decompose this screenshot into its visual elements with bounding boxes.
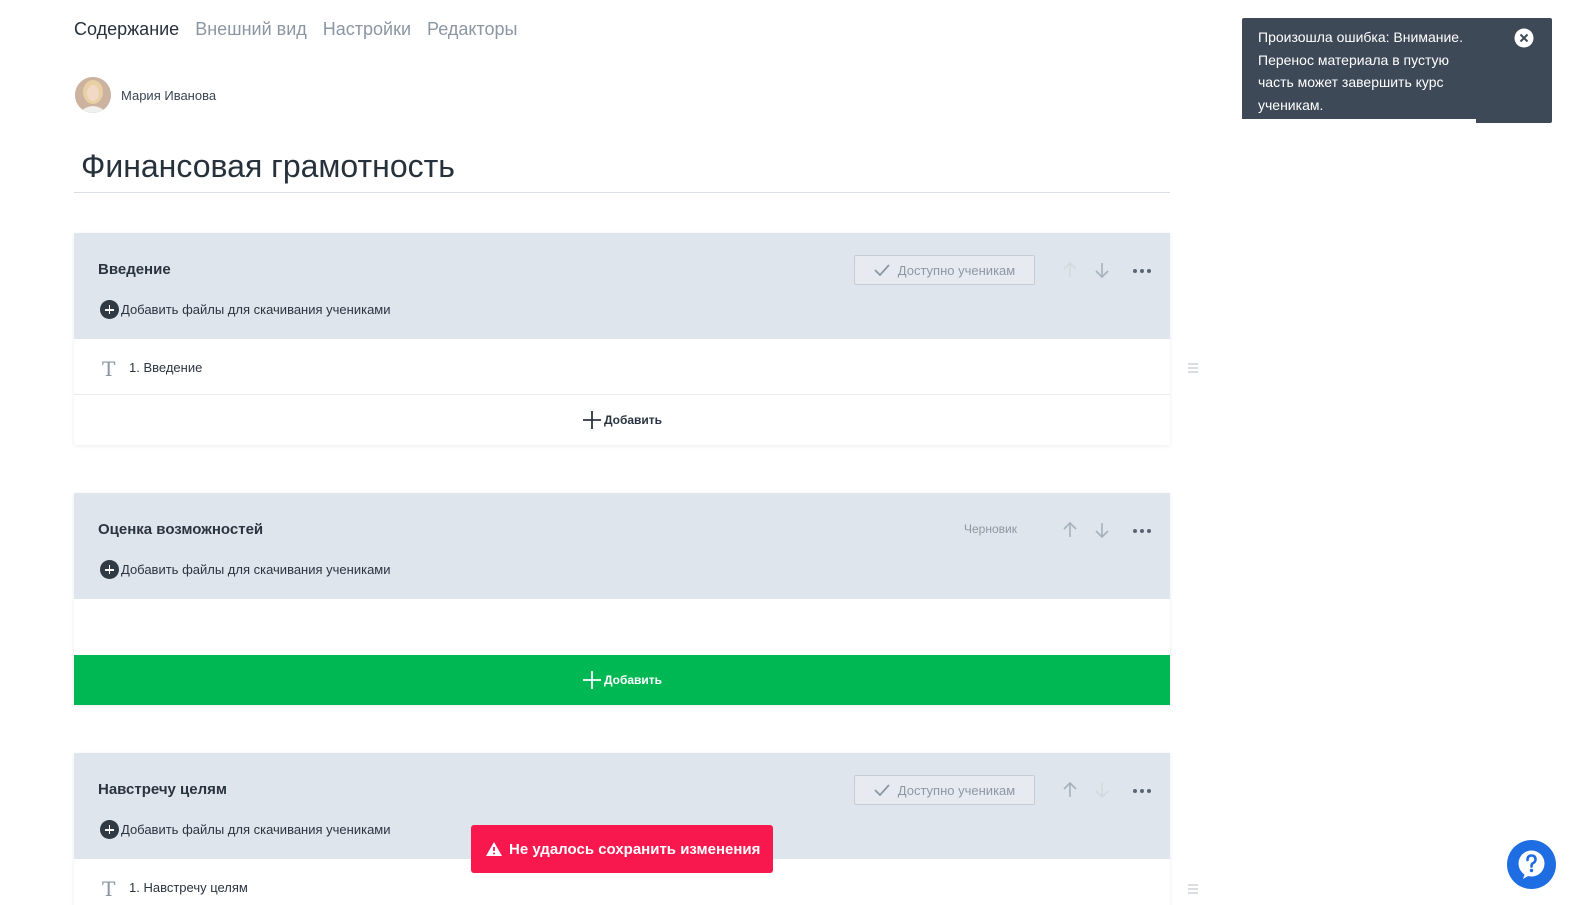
- add-files-label: Добавить файлы для скачивания учениками: [121, 302, 391, 317]
- plus-icon: [582, 671, 601, 689]
- help-button[interactable]: [1507, 840, 1556, 889]
- item-label: 1. Введение: [129, 360, 203, 375]
- plus-circle-icon: [100, 820, 119, 839]
- author-name: Мария Иванова: [121, 87, 217, 103]
- error-notification: Произошла ошибка: Внимание. Перенос мате…: [1242, 18, 1552, 123]
- top-tabs: Содержание Внешний вид Настройки Редакто…: [74, 19, 517, 40]
- availability-label: Доступно ученикам: [897, 262, 1016, 278]
- availability-label: Доступно ученикам: [897, 782, 1016, 798]
- arrow-up-icon[interactable]: [1060, 779, 1080, 801]
- notification-message: Произошла ошибка: Внимание. Перенос мате…: [1258, 29, 1463, 113]
- availability-button[interactable]: Доступно ученикам: [854, 255, 1035, 285]
- section-header: Оценка возможностей Добавить файлы для с…: [74, 493, 1170, 599]
- text-type-icon: T: [102, 877, 116, 901]
- plus-circle-icon: [100, 560, 119, 579]
- close-icon[interactable]: [1514, 28, 1534, 48]
- arrow-down-icon[interactable]: [1092, 519, 1112, 541]
- course-title[interactable]: Финансовая грамотность: [74, 143, 1170, 193]
- add-files-button[interactable]: Добавить файлы для скачивания учениками: [100, 820, 391, 839]
- section-title[interactable]: Введение: [98, 261, 171, 278]
- avatar: [75, 77, 111, 113]
- add-content-button[interactable]: Добавить: [74, 655, 1170, 705]
- section-title[interactable]: Оценка возможностей: [98, 521, 263, 538]
- add-files-label: Добавить файлы для скачивания учениками: [121, 822, 391, 837]
- warning-icon: [486, 842, 502, 856]
- add-label: Добавить: [603, 673, 663, 687]
- drag-handle-icon[interactable]: [1187, 884, 1199, 894]
- check-icon: [874, 784, 890, 796]
- add-files-label: Добавить файлы для скачивания учениками: [121, 562, 391, 577]
- empty-drop-area[interactable]: [74, 599, 1170, 655]
- arrow-up-icon[interactable]: [1060, 259, 1080, 281]
- more-dots-icon[interactable]: [1132, 261, 1152, 281]
- arrow-up-icon[interactable]: [1060, 519, 1080, 541]
- arrow-down-icon[interactable]: [1092, 779, 1112, 801]
- more-dots-icon[interactable]: [1132, 521, 1152, 541]
- plus-circle-icon: [100, 300, 119, 319]
- add-content-button[interactable]: Добавить: [74, 395, 1170, 445]
- section-introduction: Введение Добавить файлы для скачивания у…: [74, 233, 1170, 445]
- add-files-button[interactable]: Добавить файлы для скачивания учениками: [100, 560, 391, 579]
- tab-editors[interactable]: Редакторы: [427, 19, 517, 40]
- availability-button[interactable]: Доступно ученикам: [854, 775, 1035, 805]
- add-files-button[interactable]: Добавить файлы для скачивания учениками: [100, 300, 391, 319]
- section-header: Введение Добавить файлы для скачивания у…: [74, 233, 1170, 339]
- item-label: 1. Навстречу целям: [129, 880, 248, 895]
- tab-appearance[interactable]: Внешний вид: [195, 19, 307, 40]
- drag-handle-icon[interactable]: [1187, 363, 1199, 373]
- section-assessment: Оценка возможностей Добавить файлы для с…: [74, 493, 1170, 705]
- more-dots-icon[interactable]: [1132, 781, 1152, 801]
- author-block: Мария Иванова: [75, 77, 216, 113]
- arrow-down-icon[interactable]: [1092, 259, 1112, 281]
- notification-timer-bar: [1242, 119, 1476, 123]
- tab-settings[interactable]: Настройки: [323, 19, 411, 40]
- plus-icon: [582, 411, 601, 429]
- check-icon: [874, 264, 890, 276]
- help-icon: [1518, 850, 1545, 879]
- add-label: Добавить: [603, 413, 663, 427]
- section-title[interactable]: Навстречу целям: [98, 781, 227, 798]
- save-error-toast: Не удалось сохранить изменения: [471, 825, 773, 873]
- draft-status[interactable]: Черновик: [964, 522, 1017, 536]
- text-type-icon: T: [102, 357, 116, 381]
- list-item[interactable]: T 1. Введение: [74, 339, 1170, 395]
- save-error-message: Не удалось сохранить изменения: [509, 840, 761, 858]
- tab-content[interactable]: Содержание: [74, 19, 179, 40]
